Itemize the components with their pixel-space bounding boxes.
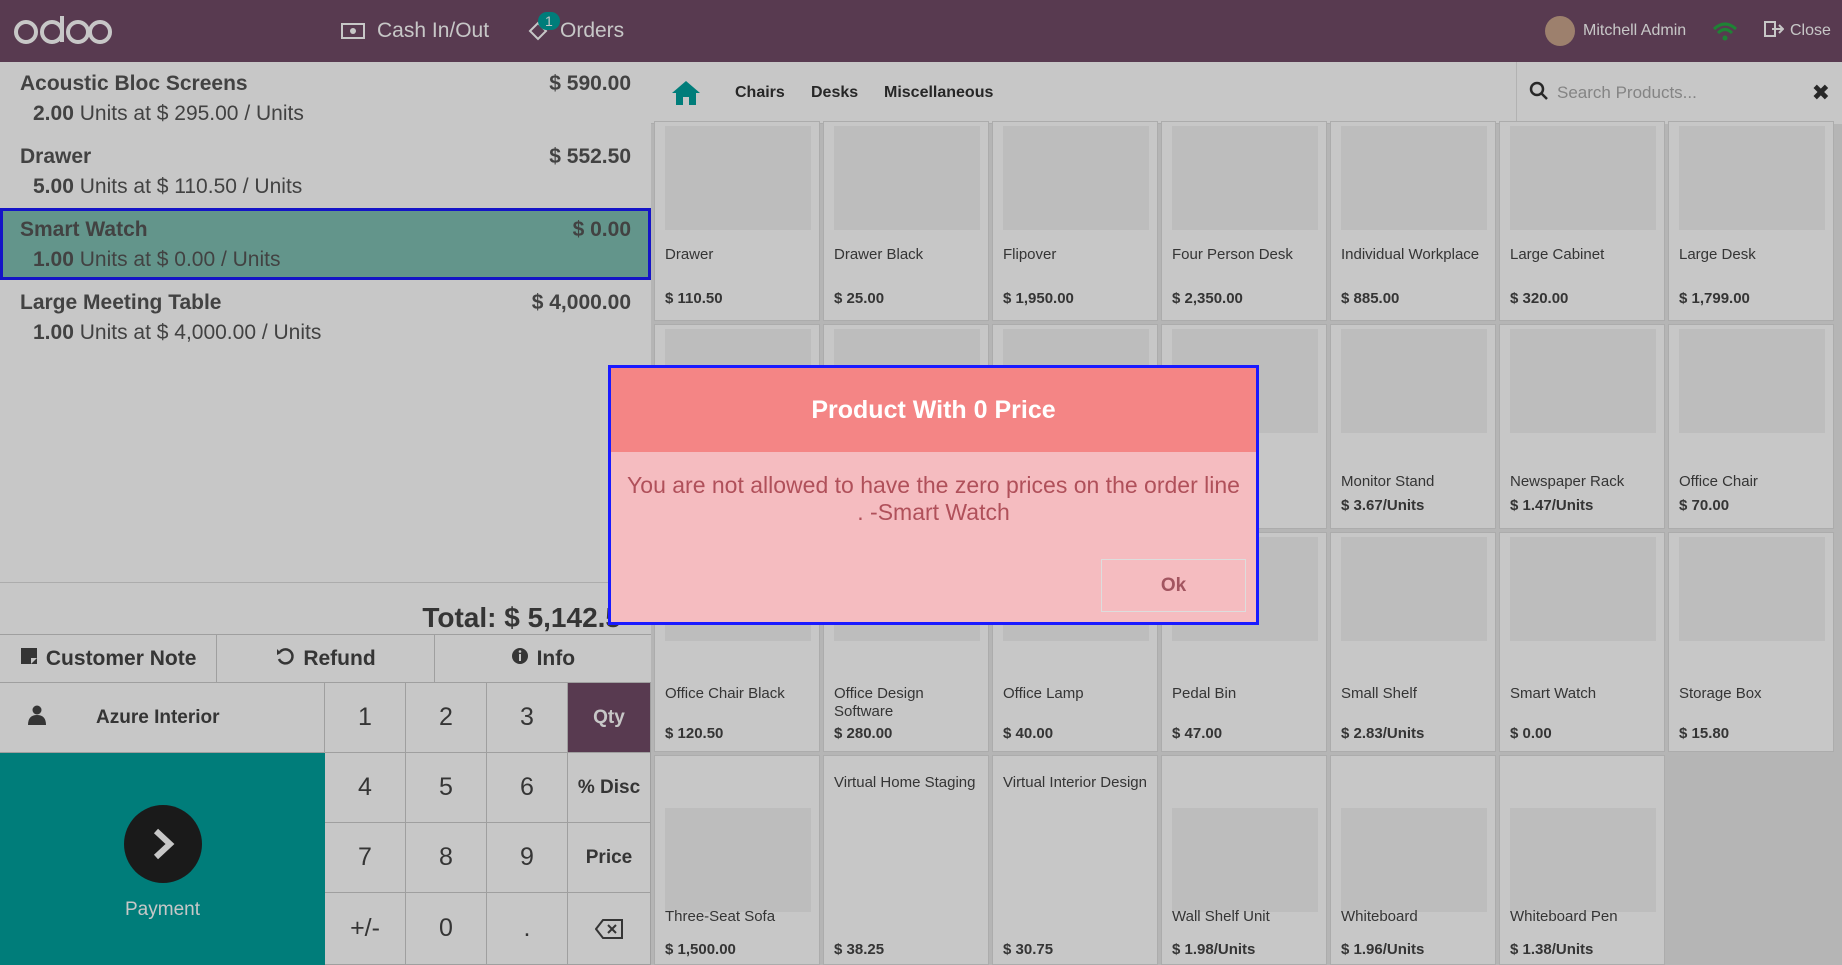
- popup-message: You are not allowed to have the zero pri…: [627, 472, 1240, 525]
- error-popup: Product With 0 Price You are not allowed…: [608, 365, 1259, 625]
- popup-title: Product With 0 Price: [611, 368, 1256, 452]
- ok-button[interactable]: Ok: [1101, 559, 1246, 612]
